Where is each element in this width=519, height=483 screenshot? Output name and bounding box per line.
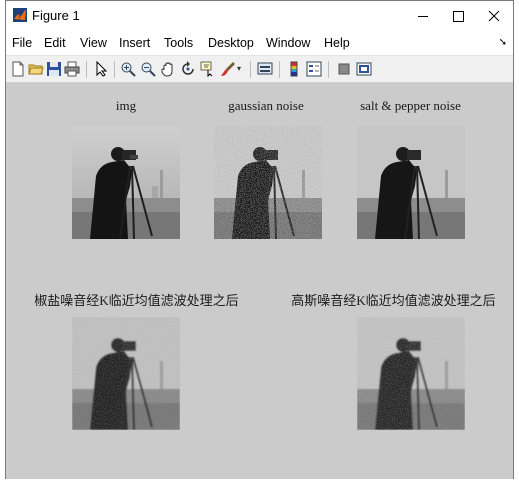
menu-desktop[interactable]: Desktop — [208, 36, 254, 50]
brush-dropdown-icon[interactable]: ▾ — [237, 64, 241, 73]
menu-view[interactable]: View — [80, 36, 107, 50]
menu-help[interactable]: Help — [324, 36, 350, 50]
toolbar-separator — [114, 61, 115, 78]
axes-title-gaussian-filtered: 高斯噪音经K临近均值滤波处理之后 — [291, 293, 496, 308]
data-cursor-icon[interactable] — [200, 61, 216, 77]
menu-window[interactable]: Window — [266, 36, 310, 50]
close-icon — [488, 10, 500, 22]
rotate-icon[interactable] — [180, 61, 196, 77]
matlab-icon — [13, 8, 27, 22]
axes-title-salt-pepper-filtered: 椒盐噪音经K临近均值滤波处理之后 — [34, 293, 239, 308]
minimize-icon — [418, 16, 428, 17]
image-salt-pepper-noise — [357, 126, 465, 239]
toolbar-separator — [250, 61, 251, 78]
print-icon[interactable] — [64, 61, 80, 77]
image-original — [72, 126, 180, 239]
pointer-icon[interactable] — [93, 61, 109, 77]
image-gaussian-noise — [214, 126, 322, 239]
close-button[interactable] — [474, 1, 512, 32]
brush-icon[interactable] — [220, 61, 236, 77]
show-plot-tools-icon[interactable] — [356, 61, 372, 77]
toolbar-separator — [279, 61, 280, 78]
hide-plot-tools-icon[interactable] — [336, 61, 352, 77]
dock-arrow-icon[interactable]: ➘ — [499, 37, 507, 48]
image-gaussian-filtered — [357, 317, 465, 430]
menu-insert[interactable]: Insert — [119, 36, 150, 50]
menu-tools[interactable]: Tools — [164, 36, 193, 50]
figure-canvas[interactable]: img gaussian noise salt & pepper noise 椒… — [6, 83, 513, 479]
save-icon[interactable] — [46, 61, 62, 77]
colorbar-icon[interactable] — [286, 61, 302, 77]
menu-bar: File Edit View Insert Tools Desktop Wind… — [6, 32, 513, 54]
maximize-button[interactable] — [439, 1, 477, 32]
window-title: Figure 1 — [32, 8, 80, 23]
axes-title-salt-pepper-noise: salt & pepper noise — [360, 98, 461, 113]
pan-icon[interactable] — [160, 61, 176, 77]
zoom-out-icon[interactable] — [140, 61, 156, 77]
image-salt-pepper-filtered — [72, 317, 180, 430]
toolbar-separator — [86, 61, 87, 78]
new-figure-icon[interactable] — [10, 61, 26, 77]
zoom-in-icon[interactable] — [120, 61, 136, 77]
figure-window: Figure 1 File Edit View Insert Tools Des… — [5, 0, 514, 479]
menu-edit[interactable]: Edit — [44, 36, 66, 50]
menu-file[interactable]: File — [12, 36, 32, 50]
maximize-icon — [453, 11, 464, 22]
axes-title-img: img — [115, 98, 137, 113]
open-icon[interactable] — [28, 61, 44, 77]
legend-icon[interactable] — [306, 61, 322, 77]
title-bar[interactable]: Figure 1 — [6, 1, 513, 32]
toolbar-separator — [328, 61, 329, 78]
figure-toolbar: ▾ — [6, 55, 513, 83]
link-icon[interactable] — [257, 61, 273, 77]
minimize-button[interactable] — [404, 1, 442, 32]
axes-title-gaussian-noise: gaussian noise — [228, 98, 304, 113]
